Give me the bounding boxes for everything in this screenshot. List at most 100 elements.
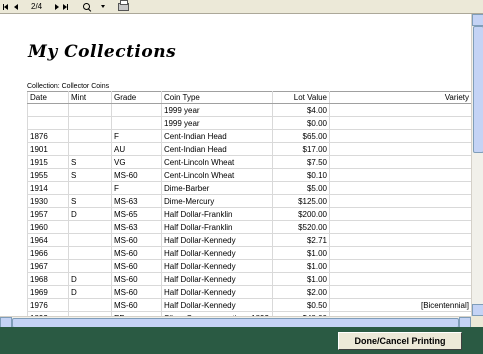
cell-variety bbox=[329, 181, 471, 195]
cell-coin-type: Half Dollar-Kennedy bbox=[161, 233, 273, 247]
cell-mint: D bbox=[68, 285, 112, 299]
scroll-down-button[interactable] bbox=[472, 304, 483, 316]
table-row: 1964 MS-60 Half Dollar-Kennedy $2.71 bbox=[27, 233, 471, 247]
table-row: 1966 MS-60 Half Dollar-Kennedy $1.00 bbox=[27, 246, 471, 260]
cell-date: 1966 bbox=[27, 246, 69, 260]
cell-variety bbox=[329, 168, 471, 182]
cell-grade: AU bbox=[111, 142, 162, 156]
vertical-scroll-thumb[interactable] bbox=[473, 26, 483, 153]
table-row: 1976 MS-60 Half Dollar-Kennedy $0.50 [Bicent… bbox=[27, 298, 471, 312]
cell-coin-type: Half Dollar-Kennedy bbox=[161, 298, 273, 312]
cell-variety bbox=[329, 207, 471, 221]
cell-mint bbox=[68, 233, 112, 247]
cell-coin-type: Half Dollar-Kennedy bbox=[161, 259, 273, 273]
scroll-up-button[interactable] bbox=[472, 14, 483, 26]
cell-mint: D bbox=[68, 272, 112, 286]
cell-lot-value: $520.00 bbox=[272, 220, 330, 234]
prev-page-icon[interactable] bbox=[14, 1, 18, 12]
cell-coin-type: Cent-Indian Head bbox=[161, 142, 273, 156]
cell-grade: MS-60 bbox=[111, 298, 162, 312]
first-page-icon[interactable] bbox=[3, 1, 8, 12]
printer-icon[interactable] bbox=[118, 0, 129, 12]
cell-date: 1930 bbox=[27, 194, 69, 208]
table-row: 1876 F Cent-Indian Head $65.00 bbox=[27, 129, 471, 143]
coin-table: Date Mint Grade Coin Type Lot Value Vari… bbox=[27, 91, 471, 316]
cell-grade: VG bbox=[111, 155, 162, 169]
last-page-icon[interactable] bbox=[63, 1, 68, 12]
table-row: 1955 S MS-60 Cent-Lincoln Wheat $0.10 bbox=[27, 168, 471, 182]
cell-grade: F bbox=[111, 129, 162, 143]
cell-lot-value: $2.71 bbox=[272, 233, 330, 247]
cell-coin-type: Dime-Mercury bbox=[161, 194, 273, 208]
cell-mint bbox=[68, 116, 112, 130]
next-page-icon[interactable] bbox=[55, 1, 59, 12]
cell-coin-type: Half Dollar-Franklin bbox=[161, 207, 273, 221]
table-row: 1960 MS-63 Half Dollar-Franklin $520.00 bbox=[27, 220, 471, 234]
cell-coin-type: Half Dollar-Kennedy bbox=[161, 285, 273, 299]
cell-variety bbox=[329, 155, 471, 169]
cell-lot-value: $125.00 bbox=[272, 194, 330, 208]
table-row: 1930 S MS-63 Dime-Mercury $125.00 bbox=[27, 194, 471, 208]
cell-lot-value: $0.10 bbox=[272, 168, 330, 182]
table-row: 1967 MS-60 Half Dollar-Kennedy $1.00 bbox=[27, 259, 471, 273]
cell-date: 1876 bbox=[27, 129, 69, 143]
cell-grade bbox=[111, 116, 162, 130]
bottom-bar: Done/Cancel Printing bbox=[0, 327, 483, 354]
cell-mint bbox=[68, 103, 112, 117]
cell-grade: MS-60 bbox=[111, 233, 162, 247]
cell-variety: [Bicentennial] bbox=[329, 298, 471, 312]
cell-date: 1976 bbox=[27, 298, 69, 312]
page-indicator: 2/4 bbox=[31, 2, 43, 11]
cell-variety bbox=[329, 272, 471, 286]
column-header-grade: Grade bbox=[111, 91, 162, 104]
cell-mint bbox=[68, 298, 112, 312]
cell-mint: S bbox=[68, 194, 112, 208]
table-row: 1999 year $4.00 bbox=[27, 103, 471, 117]
cell-date: 1969 bbox=[27, 285, 69, 299]
done-cancel-printing-button[interactable]: Done/Cancel Printing bbox=[338, 332, 462, 350]
table-row: 1915 S VG Cent-Lincoln Wheat $7.50 bbox=[27, 155, 471, 169]
cell-lot-value: $4.00 bbox=[272, 103, 330, 117]
cell-grade: MS-60 bbox=[111, 246, 162, 260]
cell-grade: MS-60 bbox=[111, 272, 162, 286]
cell-date: 1960 bbox=[27, 220, 69, 234]
cell-grade: MS-60 bbox=[111, 259, 162, 273]
column-header-date: Date bbox=[27, 91, 69, 104]
cell-grade: MS-63 bbox=[111, 194, 162, 208]
column-header-lot-value: Lot Value bbox=[272, 91, 330, 104]
column-header-coin-type: Coin Type bbox=[161, 91, 273, 104]
cell-mint: S bbox=[68, 155, 112, 169]
chevron-down-icon[interactable] bbox=[101, 1, 105, 12]
cell-date: 1914 bbox=[27, 181, 69, 195]
cell-variety bbox=[329, 116, 471, 130]
cell-grade: MS-60 bbox=[111, 168, 162, 182]
table-row: 1969 D MS-60 Half Dollar-Kennedy $2.00 bbox=[27, 285, 471, 299]
column-header-variety: Variety bbox=[329, 91, 471, 104]
cell-mint bbox=[68, 129, 112, 143]
print-preview-toolbar: 2/4 bbox=[0, 0, 483, 14]
cell-variety bbox=[329, 103, 471, 117]
cell-coin-type: 1999 year bbox=[161, 103, 273, 117]
table-row: 1968 D MS-60 Half Dollar-Kennedy $1.00 bbox=[27, 272, 471, 286]
cell-date bbox=[27, 116, 69, 130]
cell-lot-value: $0.00 bbox=[272, 116, 330, 130]
report-title: My Collections bbox=[28, 42, 177, 62]
cell-date bbox=[27, 103, 69, 117]
cell-lot-value: $0.50 bbox=[272, 298, 330, 312]
cell-lot-value: $1.00 bbox=[272, 246, 330, 260]
cell-mint bbox=[68, 246, 112, 260]
cell-variety bbox=[329, 194, 471, 208]
cell-variety bbox=[329, 129, 471, 143]
cell-date: 1915 bbox=[27, 155, 69, 169]
vertical-scrollbar[interactable] bbox=[471, 14, 483, 316]
cell-lot-value: $5.00 bbox=[272, 181, 330, 195]
cell-date: 1964 bbox=[27, 233, 69, 247]
cell-grade: MS-65 bbox=[111, 207, 162, 221]
cell-lot-value: $17.00 bbox=[272, 142, 330, 156]
zoom-icon[interactable] bbox=[83, 1, 90, 12]
cell-grade bbox=[111, 103, 162, 117]
cell-coin-type: Cent-Indian Head bbox=[161, 129, 273, 143]
cell-date: 1957 bbox=[27, 207, 69, 221]
scrollbar-corner bbox=[471, 316, 483, 327]
cell-date: 1967 bbox=[27, 259, 69, 273]
